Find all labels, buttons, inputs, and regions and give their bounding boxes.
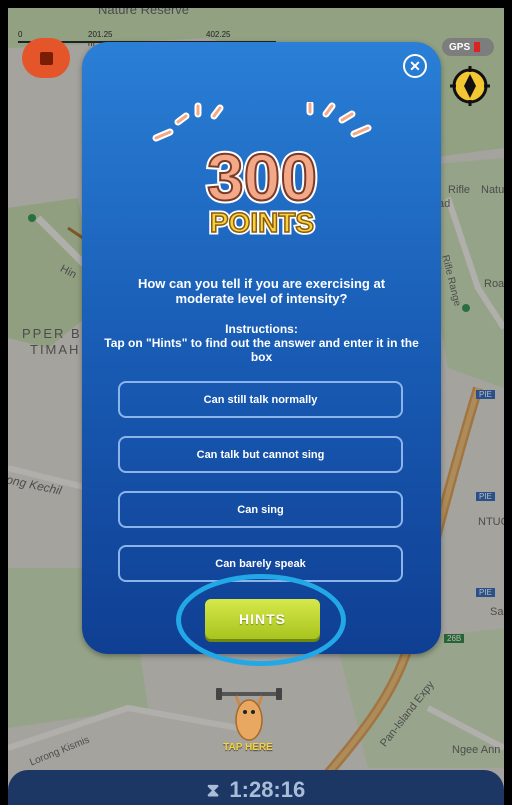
points-word-outline: POINTS — [210, 207, 314, 238]
instructions-text: Tap on "Hints" to find out the answer an… — [104, 336, 419, 364]
close-button[interactable]: ✕ — [403, 54, 427, 78]
points-number-outline: 300 — [207, 140, 317, 214]
answer-option[interactable]: Can still talk normally — [118, 381, 403, 418]
compass-icon[interactable] — [450, 66, 490, 106]
burst-icon — [306, 102, 372, 138]
stop-button[interactable] — [22, 38, 70, 78]
scale-label: 0 — [18, 30, 23, 39]
instructions-title: Instructions: — [225, 322, 298, 336]
gps-signal-icon — [474, 42, 481, 52]
question-text: How can you tell if you are exercising a… — [137, 276, 386, 306]
stop-icon — [39, 51, 53, 65]
app-screen: Nature Reserve Rifle Natur ad Rifle Rang… — [8, 8, 504, 805]
points-logo: 300 300 POINTS POINTS — [152, 102, 372, 241]
answer-option[interactable]: Can sing — [118, 491, 403, 528]
gps-status-badge: GPS — [442, 38, 494, 56]
close-icon: ✕ — [409, 57, 421, 74]
timer-bar: ⧗ 1:28:16 — [8, 770, 504, 805]
tap-here-label[interactable]: TAP HERE — [208, 742, 288, 753]
gps-label: GPS — [449, 41, 471, 53]
answer-option[interactable]: Can talk but cannot sing — [118, 436, 403, 473]
hints-highlight-ring — [176, 574, 346, 666]
timer-value: 1:28:16 — [229, 777, 306, 802]
question-dialog: ✕ 300 300 POINTS POINTS How can you tell… — [82, 42, 441, 654]
mascot-icon[interactable] — [214, 684, 284, 744]
hourglass-icon: ⧗ — [206, 779, 220, 800]
